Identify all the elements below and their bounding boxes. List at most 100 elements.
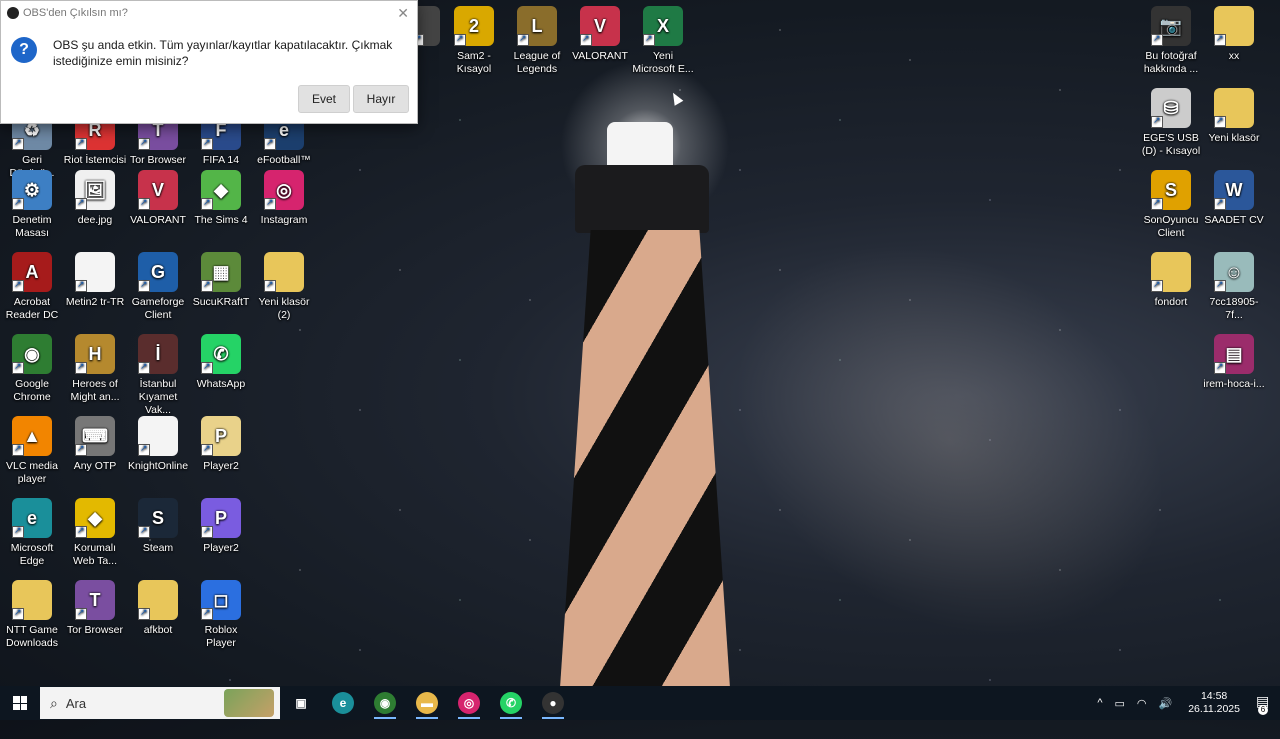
desktop-icon-label: İstanbul Kıyamet Vak... <box>138 378 178 416</box>
taskbar-app-chrome[interactable]: ◉ <box>364 686 406 720</box>
desktop-icon-label: eFootball™ <box>257 154 311 166</box>
desktop-icon[interactable]: HHeroes of Might an... <box>63 334 127 404</box>
desktop-icon[interactable]: SSteam <box>126 498 190 555</box>
desktop-icon[interactable]: Metin2 tr-TR <box>63 252 127 309</box>
desktop-icon[interactable]: fondort <box>1139 252 1203 309</box>
desktop-icon-label: Heroes of Might an... <box>70 378 120 403</box>
desktop-icon[interactable]: GGameforge Client <box>126 252 190 322</box>
desktop-icon-label: FIFA 14 <box>202 154 240 166</box>
desktop-icon[interactable]: ◻Roblox Player <box>189 580 253 650</box>
desktop-icon-label: Roblox Player <box>204 624 238 649</box>
dialog-message: OBS şu anda etkin. Tüm yayınlar/kayıtlar… <box>53 38 393 68</box>
desktop-icon[interactable]: VVALORANT <box>126 170 190 227</box>
desktop-icon[interactable]: ◉Google Chrome <box>0 334 64 404</box>
start-button[interactable] <box>0 686 40 720</box>
shortcut-arrow-icon <box>1214 360 1226 374</box>
shortcut-arrow-icon <box>138 360 150 374</box>
desktop-icon[interactable]: ⛁EGE'S USB (D) - Kısayol <box>1139 88 1203 158</box>
desktop-icon[interactable]: ☺7cc18905-7f... <box>1202 252 1266 322</box>
shortcut-arrow-icon <box>264 278 276 292</box>
shortcut-arrow-icon <box>201 136 213 150</box>
desktop-icon[interactable]: ⌨Any OTP <box>63 416 127 473</box>
taskbar-app-task-view[interactable]: ▣ <box>280 686 322 720</box>
desktop-icon-label: Google Chrome <box>13 378 51 403</box>
desktop-icon[interactable]: VVALORANT <box>568 6 632 63</box>
shortcut-arrow-icon <box>75 196 87 210</box>
desktop-icon[interactable]: XYeni Microsoft E... <box>631 6 695 76</box>
desktop-icon[interactable]: eMicrosoft Edge <box>0 498 64 568</box>
desktop-icon[interactable]: ◎Instagram <box>252 170 316 227</box>
notification-center-button[interactable]: ▤ 6 <box>1250 693 1272 715</box>
desktop-icon[interactable]: ▤irem-hoca-i... <box>1202 334 1266 391</box>
desktop-icon[interactable]: SSonOyuncu Client <box>1139 170 1203 240</box>
tray-overflow-chevron-icon[interactable]: ^ <box>1097 697 1102 709</box>
shortcut-arrow-icon <box>138 136 150 150</box>
shortcut-arrow-icon <box>201 442 213 456</box>
shortcut-arrow-icon <box>201 196 213 210</box>
desktop-icon[interactable]: Yeni klasör (2) <box>252 252 316 322</box>
shortcut-arrow-icon <box>75 606 87 620</box>
desktop-icon[interactable]: 🖼dee.jpg <box>63 170 127 227</box>
taskbar-search[interactable]: ⌕ Ara <box>40 687 280 719</box>
desktop-icon[interactable]: AAcrobat Reader DC <box>0 252 64 322</box>
desktop-icon[interactable]: ✆WhatsApp <box>189 334 253 391</box>
desktop-icon[interactable]: PPlayer2 <box>189 416 253 473</box>
desktop-icon[interactable]: PPlayer2 <box>189 498 253 555</box>
desktop-icon[interactable]: xx <box>1202 6 1266 63</box>
desktop-icon[interactable]: Yeni klasör <box>1202 88 1266 145</box>
shortcut-arrow-icon <box>1214 114 1226 128</box>
desktop-icon[interactable]: KnightOnline <box>126 416 190 473</box>
clock[interactable]: 14:58 26.11.2025 <box>1188 690 1240 716</box>
shortcut-arrow-icon <box>138 606 150 620</box>
search-highlight-image <box>224 689 274 717</box>
network-icon[interactable]: ◠ <box>1137 697 1147 710</box>
no-button[interactable]: Hayır <box>353 85 409 113</box>
desktop-icon[interactable]: afkbot <box>126 580 190 637</box>
shortcut-arrow-icon <box>580 32 592 46</box>
shortcut-arrow-icon <box>201 606 213 620</box>
dialog-close-button[interactable]: ✕ <box>397 5 409 22</box>
desktop-icon-label: WhatsApp <box>196 378 246 390</box>
desktop-icon[interactable]: İİstanbul Kıyamet Vak... <box>126 334 190 417</box>
taskbar-app-edge[interactable]: e <box>322 686 364 720</box>
shortcut-arrow-icon <box>138 442 150 456</box>
yes-button[interactable]: Evet <box>298 85 350 113</box>
desktop-icon-label: xx <box>1228 50 1240 62</box>
desktop-icon-label: 7cc18905-7f... <box>1209 296 1259 321</box>
shortcut-arrow-icon <box>138 524 150 538</box>
desktop-icon[interactable]: ◆The Sims 4 <box>189 170 253 227</box>
dialog-titlebar: OBS'den Çıkılsın mı? <box>1 1 417 25</box>
taskbar-app-instagram[interactable]: ◎ <box>448 686 490 720</box>
desktop-icon[interactable]: ◆Korumalı Web Ta... <box>63 498 127 568</box>
desktop-icon[interactable]: ▲VLC media player <box>0 416 64 486</box>
whatsapp-icon: ✆ <box>500 692 522 714</box>
shortcut-arrow-icon <box>75 360 87 374</box>
taskbar-app-file-explorer[interactable]: ▬ <box>406 686 448 720</box>
desktop-icon[interactable]: NTT Game Downloads <box>0 580 64 650</box>
desktop-icon[interactable]: TTor Browser <box>63 580 127 637</box>
shortcut-arrow-icon <box>12 606 24 620</box>
desktop-icon[interactable]: WSAADET CV <box>1202 170 1266 227</box>
volume-icon[interactable]: 🔊 <box>1159 697 1173 710</box>
shortcut-arrow-icon <box>12 524 24 538</box>
chrome-icon: ◉ <box>374 692 396 714</box>
desktop-icon-label: League of Legends <box>513 50 561 75</box>
desktop-icon-label: Any OTP <box>73 460 117 472</box>
clock-time: 14:58 <box>1200 690 1228 702</box>
desktop-icon[interactable]: 📷Bu fotoğraf hakkında ... <box>1139 6 1203 76</box>
shortcut-arrow-icon <box>12 136 24 150</box>
obs-icon <box>7 7 19 19</box>
shortcut-arrow-icon <box>1151 278 1163 292</box>
taskbar-app-whatsapp[interactable]: ✆ <box>490 686 532 720</box>
desktop-icon-label: Yeni Microsoft E... <box>632 50 694 75</box>
desktop-icon[interactable]: ⚙Denetim Masası <box>0 170 64 240</box>
desktop-icon-label: The Sims 4 <box>194 214 248 226</box>
shortcut-arrow-icon <box>201 524 213 538</box>
desktop-icon[interactable]: LLeague of Legends <box>505 6 569 76</box>
desktop-icon-label: Tor Browser <box>129 154 186 166</box>
desktop-icon[interactable]: ▦SucuKRaftT <box>189 252 253 309</box>
shortcut-arrow-icon <box>1151 196 1163 210</box>
taskbar-app-obs[interactable]: ● <box>532 686 574 720</box>
desktop-icon[interactable]: 2Sam2 - Kısayol <box>442 6 506 76</box>
battery-icon[interactable]: ▭ <box>1115 697 1125 710</box>
